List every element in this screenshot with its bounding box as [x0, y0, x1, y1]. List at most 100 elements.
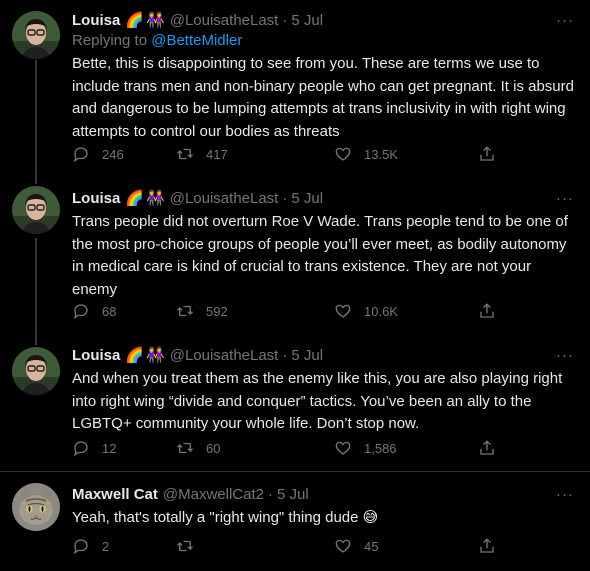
tweet-actions: 68 592 10.6K — [72, 302, 502, 322]
retweet-button[interactable]: 592 — [176, 302, 228, 320]
reply-button[interactable]: 2 — [72, 537, 109, 555]
author-handle[interactable]: @LouisatheLast — [170, 12, 279, 29]
name-emoji: 🌈 👭 — [125, 11, 164, 29]
tweet-text: Yeah, that's totally a "right wing" thin… — [72, 507, 576, 530]
separator-dot: · — [282, 346, 288, 364]
tweet-text: Bette, this is disappointing to see from… — [72, 55, 574, 140]
tweet-date[interactable]: 5 Jul — [291, 347, 323, 364]
author-handle[interactable]: @LouisatheLast — [170, 190, 279, 207]
more-options-icon[interactable]: ··· — [554, 9, 576, 31]
retweet-icon — [177, 305, 193, 317]
heart-icon — [335, 304, 351, 318]
retweet-button[interactable] — [176, 537, 206, 555]
retweet-count: 60 — [206, 440, 221, 456]
tweet-text: And when you treat them as the enemy lik… — [72, 370, 563, 432]
share-icon — [480, 440, 494, 455]
reply-count: 2 — [102, 538, 110, 554]
author-name[interactable]: Louisa — [72, 12, 120, 29]
two-women-icon: 👭 — [146, 12, 165, 29]
reply-count: 246 — [102, 146, 124, 162]
tweet-date[interactable]: 5 Jul — [291, 190, 323, 207]
tweet-thread: Louisa 🌈 👭 @LouisatheLast · 5 Jul ··· Rep… — [0, 0, 590, 571]
separator-dot: · — [282, 189, 288, 207]
tweet-4[interactable]: Maxwell Cat @MaxwellCat2 · 5 Jul ··· Yea… — [0, 472, 590, 571]
author-name[interactable]: Louisa — [72, 190, 120, 207]
reply-icon — [73, 147, 88, 163]
rainbow-icon: 🌈 — [125, 12, 145, 29]
tweet-header: Louisa 🌈 👭 @LouisatheLast · 5 Jul — [72, 344, 576, 366]
tweet-actions: 246 417 13.5K — [72, 145, 502, 165]
like-button[interactable]: 13.5K — [334, 145, 398, 163]
tweet-header: Louisa 🌈 👭 @LouisatheLast · 5 Jul — [72, 9, 576, 31]
tweet-3[interactable]: Louisa 🌈 👭 @LouisatheLast · 5 Jul ··· And… — [0, 339, 590, 471]
more-options-icon[interactable]: ··· — [554, 344, 576, 366]
heart-icon — [335, 539, 351, 553]
two-women-icon: 👭 — [146, 190, 165, 207]
reply-count: 68 — [102, 303, 117, 319]
retweet-icon — [177, 148, 193, 160]
tweet-2[interactable]: Louisa 🌈 👭 @LouisatheLast · 5 Jul ··· Tra… — [0, 178, 590, 339]
like-button[interactable]: 1,586 — [334, 439, 397, 457]
tweet-1[interactable]: Louisa 🌈 👭 @LouisatheLast · 5 Jul ··· Rep… — [0, 0, 590, 178]
retweet-count: 417 — [206, 146, 228, 162]
tweet-text: Trans people did not overturn Roe V Wade… — [72, 213, 568, 298]
name-emoji: 🌈 👭 — [125, 189, 164, 207]
thread-connector — [35, 238, 37, 339]
two-women-icon: 👭 — [146, 347, 165, 364]
reply-count: 12 — [102, 440, 117, 456]
name-emoji: 🌈 👭 — [125, 346, 164, 364]
share-button[interactable] — [478, 439, 496, 457]
replying-to: Replying to @BetteMidler — [72, 31, 576, 51]
reply-button[interactable]: 68 — [72, 302, 116, 320]
heart-icon — [335, 441, 351, 455]
tweet-date[interactable]: 5 Jul — [277, 486, 309, 503]
like-count: 1,586 — [364, 440, 397, 456]
tweet-actions: 2 45 — [72, 537, 502, 557]
retweet-button[interactable]: 417 — [176, 145, 228, 163]
reply-icon — [73, 441, 88, 457]
tweet-header: Maxwell Cat @MaxwellCat2 · 5 Jul — [72, 483, 576, 505]
avatar[interactable] — [12, 347, 60, 395]
tweet-text-body: Yeah, that's totally a "right wing" thin… — [72, 509, 359, 526]
avatar-louisa-icon — [12, 11, 60, 59]
replying-to-label: Replying to — [72, 32, 152, 49]
rainbow-icon: 🌈 — [125, 347, 145, 364]
share-button[interactable] — [478, 537, 496, 555]
avatar[interactable] — [12, 11, 60, 59]
author-handle[interactable]: @LouisatheLast — [170, 347, 279, 364]
thread-connector — [35, 60, 37, 178]
author-handle[interactable]: @MaxwellCat2 — [163, 486, 264, 503]
separator-dot: · — [282, 11, 288, 29]
share-button[interactable] — [478, 145, 496, 163]
tweet-date[interactable]: 5 Jul — [291, 12, 323, 29]
retweet-icon — [177, 442, 193, 454]
thread-connector — [35, 339, 37, 345]
heart-icon — [335, 147, 351, 161]
author-name[interactable]: Maxwell Cat — [72, 486, 158, 503]
reply-button[interactable]: 246 — [72, 145, 124, 163]
avatar[interactable] — [12, 186, 60, 234]
tweet-header: Louisa 🌈 👭 @LouisatheLast · 5 Jul — [72, 187, 576, 209]
retweet-count: 592 — [206, 303, 228, 319]
avatar-cat-icon — [12, 483, 60, 531]
replying-to-handle[interactable]: @BetteMidler — [151, 32, 242, 49]
reply-button[interactable]: 12 — [72, 439, 116, 457]
share-button[interactable] — [478, 302, 496, 320]
like-count: 10.6K — [364, 303, 398, 319]
retweet-button[interactable]: 60 — [176, 439, 220, 457]
reply-icon — [73, 304, 88, 320]
retweet-icon — [177, 540, 193, 552]
thread-connector — [35, 178, 37, 184]
avatar-louisa-icon — [12, 186, 60, 234]
more-options-icon[interactable]: ··· — [554, 483, 576, 505]
rainbow-icon: 🌈 — [125, 190, 145, 207]
more-options-icon[interactable]: ··· — [554, 187, 576, 209]
share-icon — [480, 538, 494, 553]
like-button[interactable]: 45 — [334, 537, 378, 555]
tweet-actions: 12 60 1,586 — [72, 439, 502, 459]
like-button[interactable]: 10.6K — [334, 302, 398, 320]
like-count: 45 — [364, 538, 379, 554]
like-count: 13.5K — [364, 146, 398, 162]
avatar[interactable] — [12, 483, 60, 531]
author-name[interactable]: Louisa — [72, 347, 120, 364]
